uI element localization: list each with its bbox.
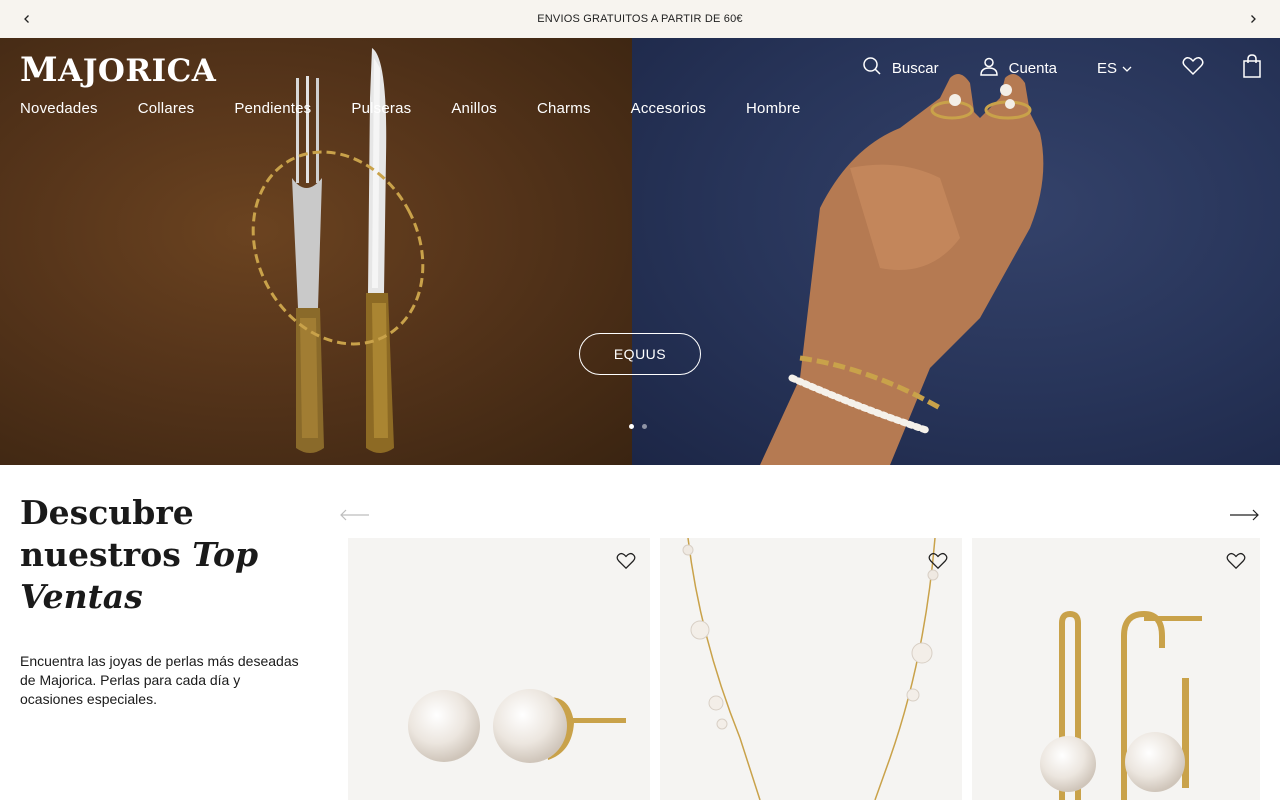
chevron-right-icon[interactable] [1243,9,1263,29]
majorica-logo[interactable]: MAJORICA [20,50,216,90]
carousel-dot-1[interactable] [629,424,634,429]
wishlist-button[interactable] [1182,56,1204,80]
nav-anillos[interactable]: Anillos [451,100,497,117]
chevron-down-icon [1122,60,1132,77]
carousel-dot-2[interactable] [642,424,647,429]
nav-pulseras[interactable]: Pulseras [351,100,411,117]
announcement-bar: ENVIOS GRATUITOS A PARTIR DE 60€ [0,0,1280,38]
hero-cta-button[interactable]: EQUUS [579,333,701,375]
main-nav: Novedades Collares Pendientes Pulseras A… [20,100,841,117]
nav-accesorios[interactable]: Accesorios [631,100,706,117]
language-label: ES [1096,59,1117,77]
announcement-text: ENVIOS GRATUITOS A PARTIR DE 60€ [537,13,743,25]
arrow-right-icon[interactable] [1228,506,1260,524]
header-utilities: Buscar Cuenta ES [862,54,1262,82]
product-image [682,538,939,800]
carousel-pagination [629,424,647,429]
search-label: Buscar [891,59,939,77]
account-label: Cuenta [1008,59,1057,77]
nav-charms[interactable]: Charms [537,100,591,117]
search-button[interactable]: Buscar [862,56,939,80]
nav-pendientes[interactable]: Pendientes [234,100,311,117]
nav-novedades[interactable]: Novedades [20,100,98,117]
user-icon [979,56,999,80]
heart-icon[interactable] [1226,552,1246,572]
chevron-left-icon[interactable] [17,9,37,29]
cart-button[interactable] [1242,54,1262,82]
product-image [1040,610,1202,800]
product-card[interactable] [972,538,1260,800]
language-selector[interactable]: ES [1097,60,1132,77]
search-icon [862,56,882,80]
nav-hombre[interactable]: Hombre [746,100,801,117]
heart-icon[interactable] [928,552,948,572]
heart-icon[interactable] [616,552,636,572]
top-sales-description: Encuentra las joyas de perlas más desead… [20,653,299,707]
product-image [408,689,626,763]
heart-icon [1182,56,1204,80]
arrow-left-icon[interactable] [339,506,371,524]
account-button[interactable]: Cuenta [979,56,1057,80]
hero-banner[interactable]: MAJORICA Novedades Collares Pendientes P… [0,38,1280,465]
top-sales-title: Descubre nuestros Top Ventas [20,493,259,616]
shopping-bag-icon [1242,54,1262,82]
product-card[interactable] [348,538,650,800]
product-card[interactable] [660,538,962,800]
nav-collares[interactable]: Collares [138,100,195,117]
